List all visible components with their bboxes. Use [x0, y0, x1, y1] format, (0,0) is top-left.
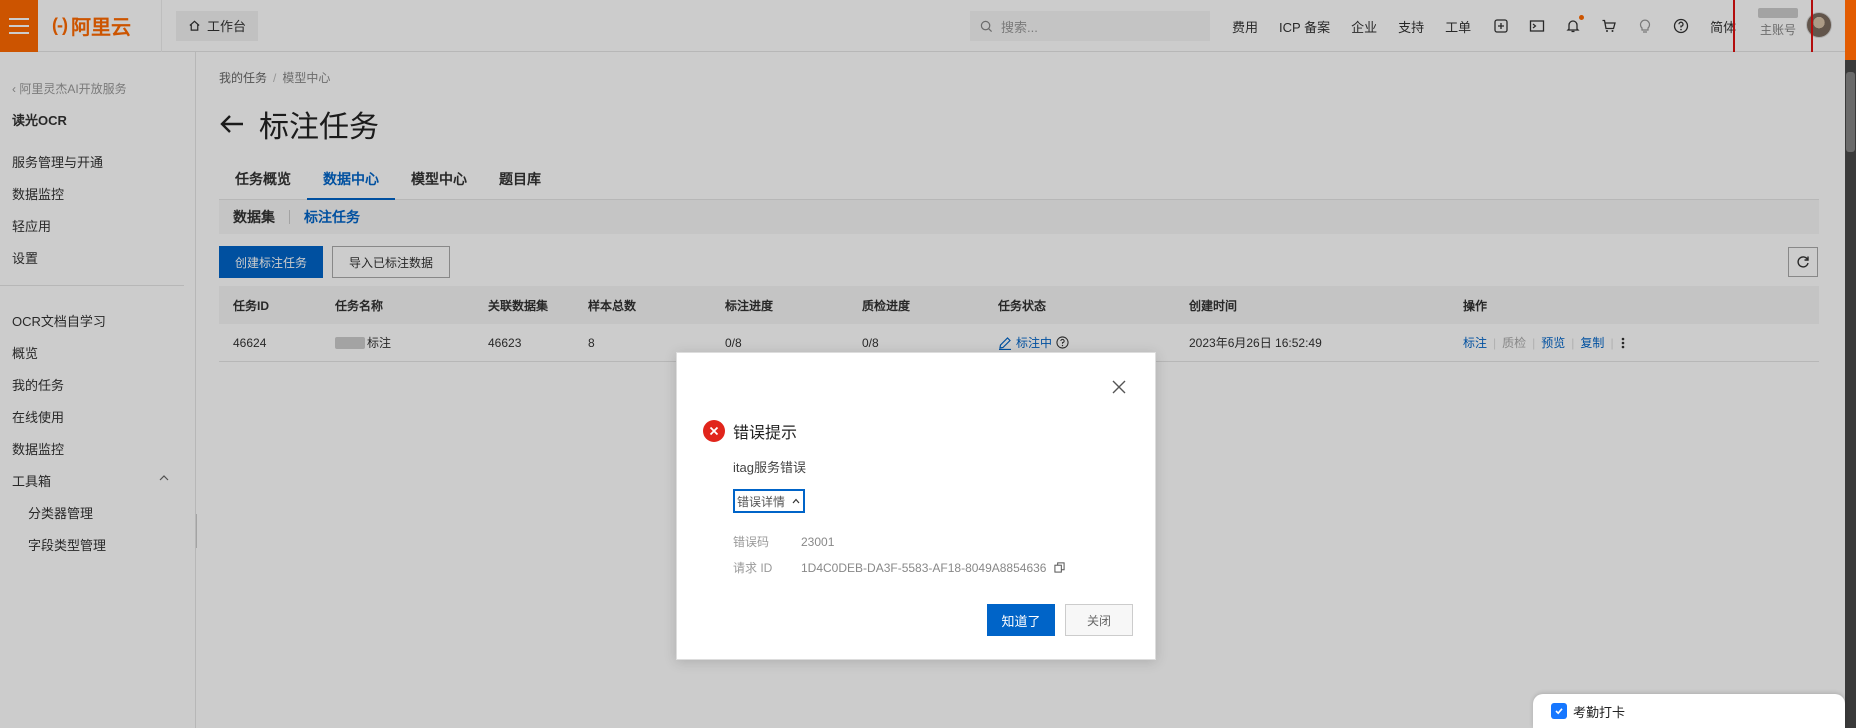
- chevron-up-icon: [792, 498, 800, 504]
- dialog-message: itag服务错误: [733, 460, 806, 475]
- error-detail-toggle[interactable]: 错误详情: [733, 489, 806, 513]
- page-scrollbar[interactable]: [1845, 0, 1856, 728]
- scrollbar-thumb[interactable]: [1846, 72, 1855, 152]
- attendance-widget[interactable]: 考勤打卡: [1533, 694, 1845, 728]
- acknowledge-button[interactable]: 知道了: [987, 604, 1055, 636]
- close-button[interactable]: 关闭: [1065, 604, 1133, 636]
- error-code-row: 错误码 23001: [733, 534, 835, 550]
- error-dialog: 错误提示 itag服务错误 错误详情 错误码 23001 请求 ID 1D4C0…: [676, 352, 1156, 660]
- error-code-value: 23001: [801, 534, 835, 549]
- copy-icon[interactable]: [1054, 562, 1066, 573]
- scrollbar-top-segment: [1845, 0, 1856, 60]
- dialog-title: 错误提示: [703, 419, 797, 443]
- close-icon[interactable]: [1111, 379, 1127, 395]
- request-id-row: 请求 ID 1D4C0DEB-DA3F-5583-AF18-8049A88546…: [733, 559, 1066, 576]
- checkin-icon: [1551, 703, 1567, 719]
- error-icon: [703, 420, 725, 442]
- request-id-value: 1D4C0DEB-DA3F-5583-AF18-8049A8854636: [801, 560, 1047, 575]
